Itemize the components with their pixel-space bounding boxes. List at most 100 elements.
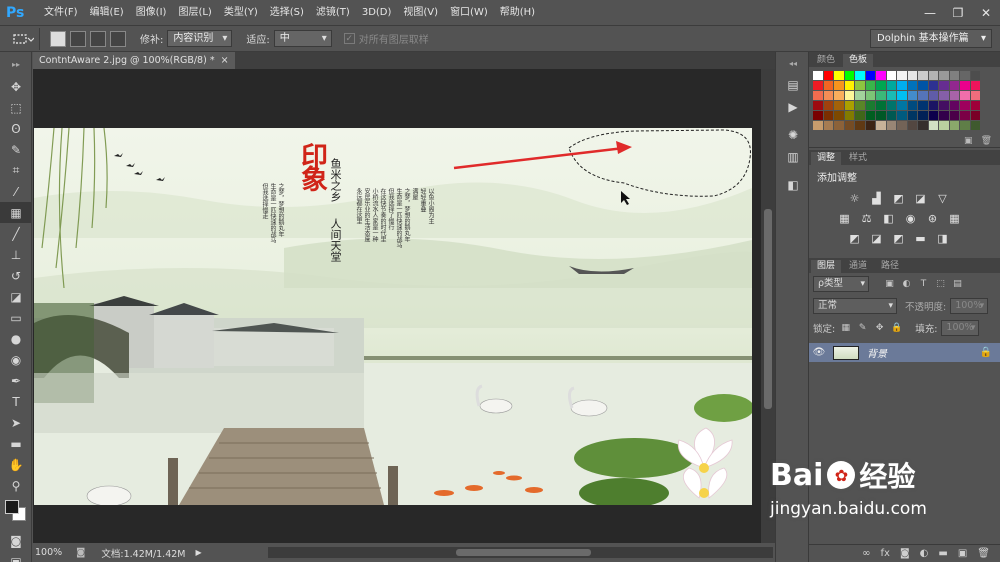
exposure-icon[interactable]: ◪ bbox=[913, 191, 928, 205]
layer-name[interactable]: 背景 bbox=[867, 345, 980, 360]
color-swatch[interactable] bbox=[844, 71, 854, 80]
hand-tool-icon[interactable]: ✋ bbox=[0, 454, 32, 475]
history-brush-tool-icon[interactable]: ↺ bbox=[0, 265, 32, 286]
color-swatch[interactable] bbox=[949, 121, 959, 130]
color-swatch[interactable] bbox=[855, 91, 865, 100]
zoom-level[interactable]: 100% bbox=[35, 547, 62, 558]
levels-icon[interactable]: ▟ bbox=[869, 191, 884, 205]
collapse-icon[interactable]: ◂◂ bbox=[776, 52, 810, 74]
color-swatch[interactable] bbox=[897, 111, 907, 120]
threshold-icon[interactable]: ◩ bbox=[891, 231, 906, 245]
add-selection-mode-button[interactable] bbox=[70, 30, 86, 47]
vibrance-icon[interactable]: ▽ bbox=[935, 191, 950, 205]
menu-select[interactable]: 选择(S) bbox=[264, 0, 310, 25]
delete-swatch-icon[interactable]: 🗑 bbox=[981, 136, 992, 146]
color-swatch[interactable] bbox=[876, 101, 886, 110]
posterize-icon[interactable]: ◪ bbox=[869, 231, 884, 245]
lock-all-icon[interactable]: 🔒 bbox=[890, 322, 903, 335]
menu-image[interactable]: 图像(I) bbox=[130, 0, 173, 25]
filter-shape-icon[interactable]: ⬚ bbox=[934, 278, 947, 291]
type-tool-icon[interactable]: T bbox=[0, 391, 32, 412]
color-swatch[interactable] bbox=[960, 121, 970, 130]
color-swatch[interactable] bbox=[960, 81, 970, 90]
menu-edit[interactable]: 编辑(E) bbox=[84, 0, 130, 25]
color-swatch[interactable] bbox=[897, 101, 907, 110]
menu-layer[interactable]: 图层(L) bbox=[172, 0, 217, 25]
actions-panel-icon[interactable]: ▶ bbox=[776, 96, 810, 118]
color-swatch[interactable] bbox=[813, 101, 823, 110]
clone-stamp-tool-icon[interactable]: ⊥ bbox=[0, 244, 32, 265]
patch-mode-select[interactable]: 内容识别 bbox=[167, 30, 233, 47]
color-swatch[interactable] bbox=[876, 71, 886, 80]
color-swatch[interactable] bbox=[886, 111, 896, 120]
minimize-button[interactable]: — bbox=[916, 0, 944, 25]
color-swatch[interactable] bbox=[907, 111, 917, 120]
color-swatch[interactable] bbox=[855, 81, 865, 90]
color-swatch[interactable] bbox=[928, 91, 938, 100]
tab-adjustments[interactable]: 调整 bbox=[811, 152, 842, 165]
horizontal-scrollbar[interactable] bbox=[268, 547, 773, 558]
selective-color-icon[interactable]: ◨ bbox=[935, 231, 950, 245]
tab-color[interactable]: 颜色 bbox=[811, 54, 841, 67]
patch-tool-preset-icon[interactable] bbox=[6, 27, 40, 50]
color-swatch[interactable] bbox=[844, 111, 854, 120]
color-swatch[interactable] bbox=[960, 71, 970, 80]
color-swatch[interactable] bbox=[813, 121, 823, 130]
color-swatch[interactable] bbox=[865, 71, 875, 80]
vertical-scroll-thumb[interactable] bbox=[764, 209, 772, 409]
tab-layers[interactable]: 图层 bbox=[811, 260, 842, 273]
color-swatch[interactable] bbox=[918, 121, 928, 130]
gradient-map-icon[interactable]: ▬ bbox=[913, 231, 928, 245]
eraser-tool-icon[interactable]: ◪ bbox=[0, 286, 32, 307]
color-swatch[interactable] bbox=[897, 121, 907, 130]
color-swatch[interactable] bbox=[939, 101, 949, 110]
brush-settings-icon[interactable]: ✺ bbox=[776, 124, 810, 146]
layer-kind-filter[interactable]: ρ类型 bbox=[813, 276, 869, 292]
visibility-eye-icon[interactable]: 👁 bbox=[809, 347, 829, 358]
sample-all-layers-checkbox[interactable]: ✓ 对所有图层取样 bbox=[343, 31, 429, 46]
color-swatch[interactable] bbox=[865, 111, 875, 120]
color-swatch[interactable] bbox=[970, 71, 980, 80]
menu-3d[interactable]: 3D(D) bbox=[356, 0, 398, 25]
filter-pixel-icon[interactable]: ▣ bbox=[883, 278, 896, 291]
color-swatch[interactable] bbox=[844, 121, 854, 130]
delete-layer-icon[interactable]: 🗑 bbox=[977, 548, 990, 559]
workspace-switcher[interactable]: Dolphin 基本操作篇 bbox=[870, 29, 992, 48]
color-swatch[interactable] bbox=[949, 71, 959, 80]
new-layer-icon[interactable]: ▣ bbox=[958, 548, 967, 559]
black-white-icon[interactable]: ◧ bbox=[881, 211, 896, 225]
invert-icon[interactable]: ◩ bbox=[847, 231, 862, 245]
marquee-tool-icon[interactable]: ⬚ bbox=[0, 97, 32, 118]
opacity-input[interactable]: 100% bbox=[950, 298, 989, 314]
color-swatch[interactable] bbox=[928, 71, 938, 80]
color-swatch[interactable] bbox=[949, 101, 959, 110]
filter-type-icon[interactable]: T bbox=[917, 278, 930, 291]
lock-transparent-icon[interactable]: ▦ bbox=[839, 322, 852, 335]
color-swatch[interactable] bbox=[876, 91, 886, 100]
layer-style-icon[interactable]: fx bbox=[881, 548, 890, 559]
shape-tool-icon[interactable]: ▬ bbox=[0, 433, 32, 454]
color-swatch[interactable] bbox=[823, 121, 833, 130]
color-swatch[interactable] bbox=[897, 91, 907, 100]
tab-swatches[interactable]: 色板 bbox=[843, 54, 874, 67]
color-swatch[interactable] bbox=[970, 101, 980, 110]
color-swatch[interactable] bbox=[918, 101, 928, 110]
color-swatch[interactable] bbox=[970, 81, 980, 90]
color-swatch[interactable] bbox=[949, 91, 959, 100]
color-swatch[interactable] bbox=[960, 111, 970, 120]
color-swatch[interactable] bbox=[834, 71, 844, 80]
close-document-icon[interactable]: × bbox=[221, 52, 229, 69]
menu-type[interactable]: 类型(Y) bbox=[218, 0, 264, 25]
tab-styles[interactable]: 样式 bbox=[843, 152, 873, 165]
new-swatch-icon[interactable]: ▣ bbox=[964, 136, 973, 146]
color-swatch[interactable] bbox=[813, 71, 823, 80]
dodge-tool-icon[interactable]: ◉ bbox=[0, 349, 32, 370]
color-swatch[interactable] bbox=[886, 71, 896, 80]
screen-mode-icon[interactable]: ▣ bbox=[0, 551, 32, 562]
move-tool-icon[interactable]: ✥ bbox=[0, 76, 32, 97]
pen-tool-icon[interactable]: ✒ bbox=[0, 370, 32, 391]
photo-filter-icon[interactable]: ◉ bbox=[903, 211, 918, 225]
color-swatch[interactable] bbox=[865, 81, 875, 90]
new-selection-mode-button[interactable] bbox=[50, 30, 66, 47]
color-swatch[interactable] bbox=[970, 91, 980, 100]
